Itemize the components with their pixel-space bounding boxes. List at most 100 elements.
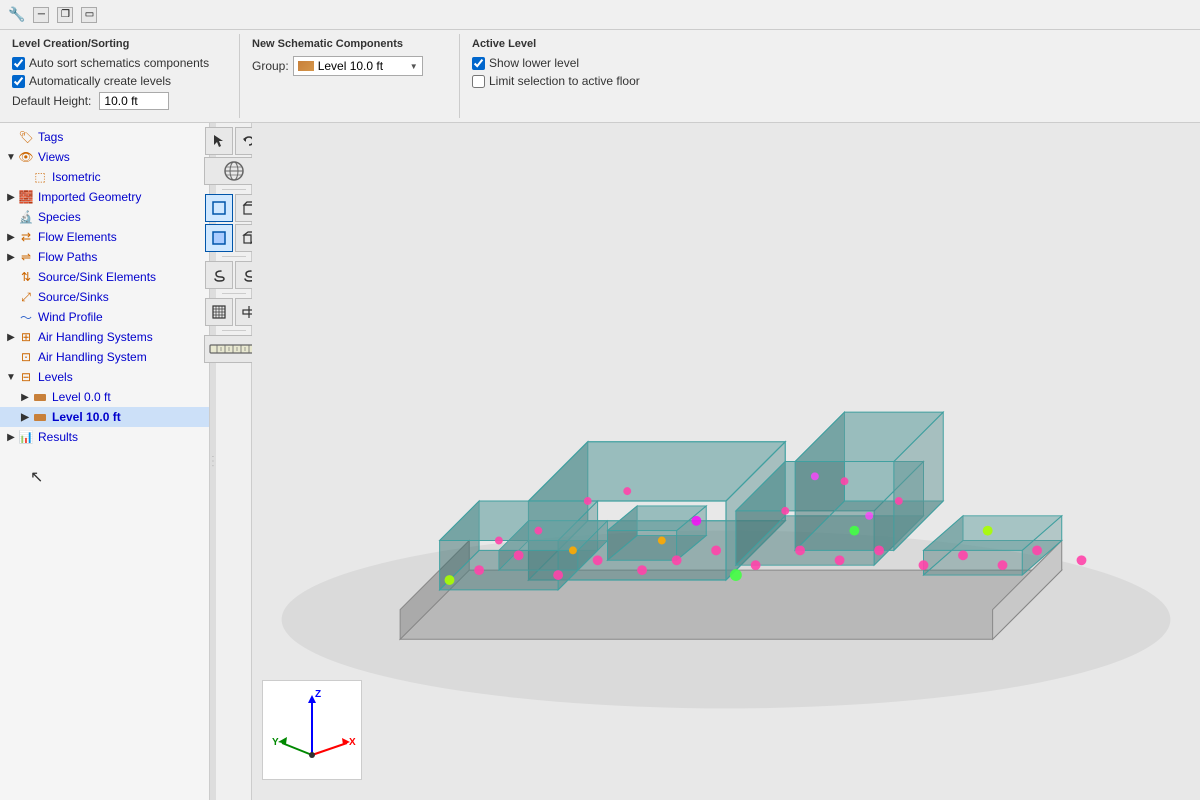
air-handling-system-icon: ⊡	[18, 349, 34, 365]
s1-button[interactable]	[205, 261, 233, 289]
expand-icon	[4, 310, 18, 324]
group-label: Group:	[252, 59, 289, 73]
expand-icon: ▶	[4, 190, 18, 204]
sidebar-item-source-sinks[interactable]: ⤢ Source/Sinks	[0, 287, 209, 307]
viewport[interactable]: Z X Y	[252, 123, 1200, 800]
level-0-label: Level 0.0 ft	[52, 390, 111, 404]
title-bar: 🔧 ─ ❐ ▭	[0, 0, 1200, 30]
group-row: Group: Level 10.0 ft ▼	[252, 56, 447, 76]
show-lower-row: Show lower level	[472, 56, 728, 70]
sidebar-item-isometric[interactable]: ⬚ Isometric	[0, 167, 209, 187]
group-value: Level 10.0 ft	[318, 59, 383, 73]
select-button[interactable]	[205, 127, 233, 155]
flow-elements-label: Flow Elements	[38, 230, 117, 244]
limit-selection-label: Limit selection to active floor	[489, 74, 640, 88]
wind-profile-icon: 〜	[18, 309, 34, 325]
main-area: 🏷 Tags ▼ 👁 Views ⬚ Isometric ▶ 🧱 Importe…	[0, 123, 1200, 800]
levels-icon: ⊟	[18, 369, 34, 385]
auto-create-checkbox[interactable]	[12, 75, 25, 88]
flow-elements-icon: ⇄	[18, 229, 34, 245]
results-label: Results	[38, 430, 78, 444]
tags-label: Tags	[38, 130, 63, 144]
sidebar-item-tags[interactable]: 🏷 Tags	[0, 127, 209, 147]
expand-icon: ▶	[18, 410, 32, 424]
sidebar-item-results[interactable]: ▶ 📊 Results	[0, 427, 209, 447]
cursor-icon: ↖	[30, 469, 43, 486]
views-icon: 👁	[18, 149, 34, 165]
sidebar-item-flow-paths[interactable]: ▶ ⇌ Flow Paths	[0, 247, 209, 267]
show-lower-label: Show lower level	[489, 56, 579, 70]
level-creation-title: Level Creation/Sorting	[12, 38, 227, 50]
dropdown-arrow-icon: ▼	[410, 62, 418, 71]
isometric-icon: ⬚	[32, 169, 48, 185]
level-0-icon	[32, 389, 48, 405]
auto-sort-row: Auto sort schematics components	[12, 56, 227, 70]
expand-icon: ▼	[4, 150, 18, 164]
air-handling-systems-icon: ⊞	[18, 329, 34, 345]
active-level-title: Active Level	[472, 38, 728, 50]
sidebar-item-species[interactable]: 🔬 Species	[0, 207, 209, 227]
separator-2	[222, 256, 246, 257]
source-sink-elements-label: Source/Sink Elements	[38, 270, 156, 284]
auto-create-label: Automatically create levels	[29, 74, 171, 88]
results-icon: 📊	[18, 429, 34, 445]
limit-selection-checkbox[interactable]	[472, 75, 485, 88]
expand-icon: ▶	[18, 390, 32, 404]
building-visualization	[252, 123, 1200, 800]
source-sinks-icon: ⤢	[18, 289, 34, 305]
maximize-btn[interactable]: ▭	[81, 7, 97, 23]
sidebar-item-levels[interactable]: ▼ ⊟ Levels	[0, 367, 209, 387]
plan-view-button[interactable]	[205, 224, 233, 252]
imported-geometry-icon: 🧱	[18, 189, 34, 205]
compass-svg: Z X Y	[267, 685, 357, 775]
sidebar-item-flow-elements[interactable]: ▶ ⇄ Flow Elements	[0, 227, 209, 247]
auto-sort-checkbox[interactable]	[12, 57, 25, 70]
sidebar-item-views[interactable]: ▼ 👁 Views	[0, 147, 209, 167]
sidebar-item-level-0[interactable]: ▶ Level 0.0 ft	[0, 387, 209, 407]
air-handling-systems-label: Air Handling Systems	[38, 330, 153, 344]
svg-text:Z: Z	[315, 689, 321, 700]
sidebar-item-imported-geometry[interactable]: ▶ 🧱 Imported Geometry	[0, 187, 209, 207]
expand-icon	[18, 170, 32, 184]
expand-icon: ▶	[4, 330, 18, 344]
views-label: Views	[38, 150, 70, 164]
expand-icon: ▶	[4, 430, 18, 444]
limit-selection-row: Limit selection to active floor	[472, 74, 728, 88]
auto-create-row: Automatically create levels	[12, 74, 227, 88]
separator-1	[222, 189, 246, 190]
2d-view-button[interactable]	[205, 194, 233, 222]
restore-btn[interactable]: ❐	[57, 7, 73, 23]
sidebar-item-air-handling-systems[interactable]: ▶ ⊞ Air Handling Systems	[0, 327, 209, 347]
imported-geometry-label: Imported Geometry	[38, 190, 141, 204]
expand-icon: ▶	[4, 250, 18, 264]
toolbar-area: Level Creation/Sorting Auto sort schemat…	[0, 30, 1200, 123]
levels-label: Levels	[38, 370, 73, 384]
auto-sort-label: Auto sort schematics components	[29, 56, 209, 70]
isometric-label: Isometric	[52, 170, 101, 184]
active-level-section: Active Level Show lower level Limit sele…	[460, 34, 740, 118]
air-handling-system-label: Air Handling System	[38, 350, 147, 364]
sidebar-item-source-sink-elements[interactable]: ⇅ Source/Sink Elements	[0, 267, 209, 287]
expand-icon: ▶	[4, 230, 18, 244]
wind-profile-label: Wind Profile	[38, 310, 103, 324]
sidebar-item-air-handling-system[interactable]: ⊡ Air Handling System	[0, 347, 209, 367]
source-sinks-label: Source/Sinks	[38, 290, 109, 304]
expand-icon	[4, 130, 18, 144]
expand-icon	[4, 350, 18, 364]
expand-icon	[4, 290, 18, 304]
cursor-area: ↖	[0, 447, 209, 507]
sidebar-item-wind-profile[interactable]: 〜 Wind Profile	[0, 307, 209, 327]
sidebar-item-level-10[interactable]: ▶ Level 10.0 ft	[0, 407, 209, 427]
default-height-row: Default Height:	[12, 92, 227, 110]
new-schematic-title: New Schematic Components	[252, 38, 447, 50]
species-icon: 🔬	[18, 209, 34, 225]
compass-widget: Z X Y	[262, 680, 362, 780]
default-height-input[interactable]	[99, 92, 169, 110]
group-dropdown[interactable]: Level 10.0 ft ▼	[293, 56, 423, 76]
minimize-btn[interactable]: ─	[33, 7, 49, 23]
source-sink-elements-icon: ⇅	[18, 269, 34, 285]
measure-button[interactable]	[205, 298, 233, 326]
level-creation-section: Level Creation/Sorting Auto sort schemat…	[0, 34, 240, 118]
show-lower-checkbox[interactable]	[472, 57, 485, 70]
level-10-label: Level 10.0 ft	[52, 410, 121, 424]
